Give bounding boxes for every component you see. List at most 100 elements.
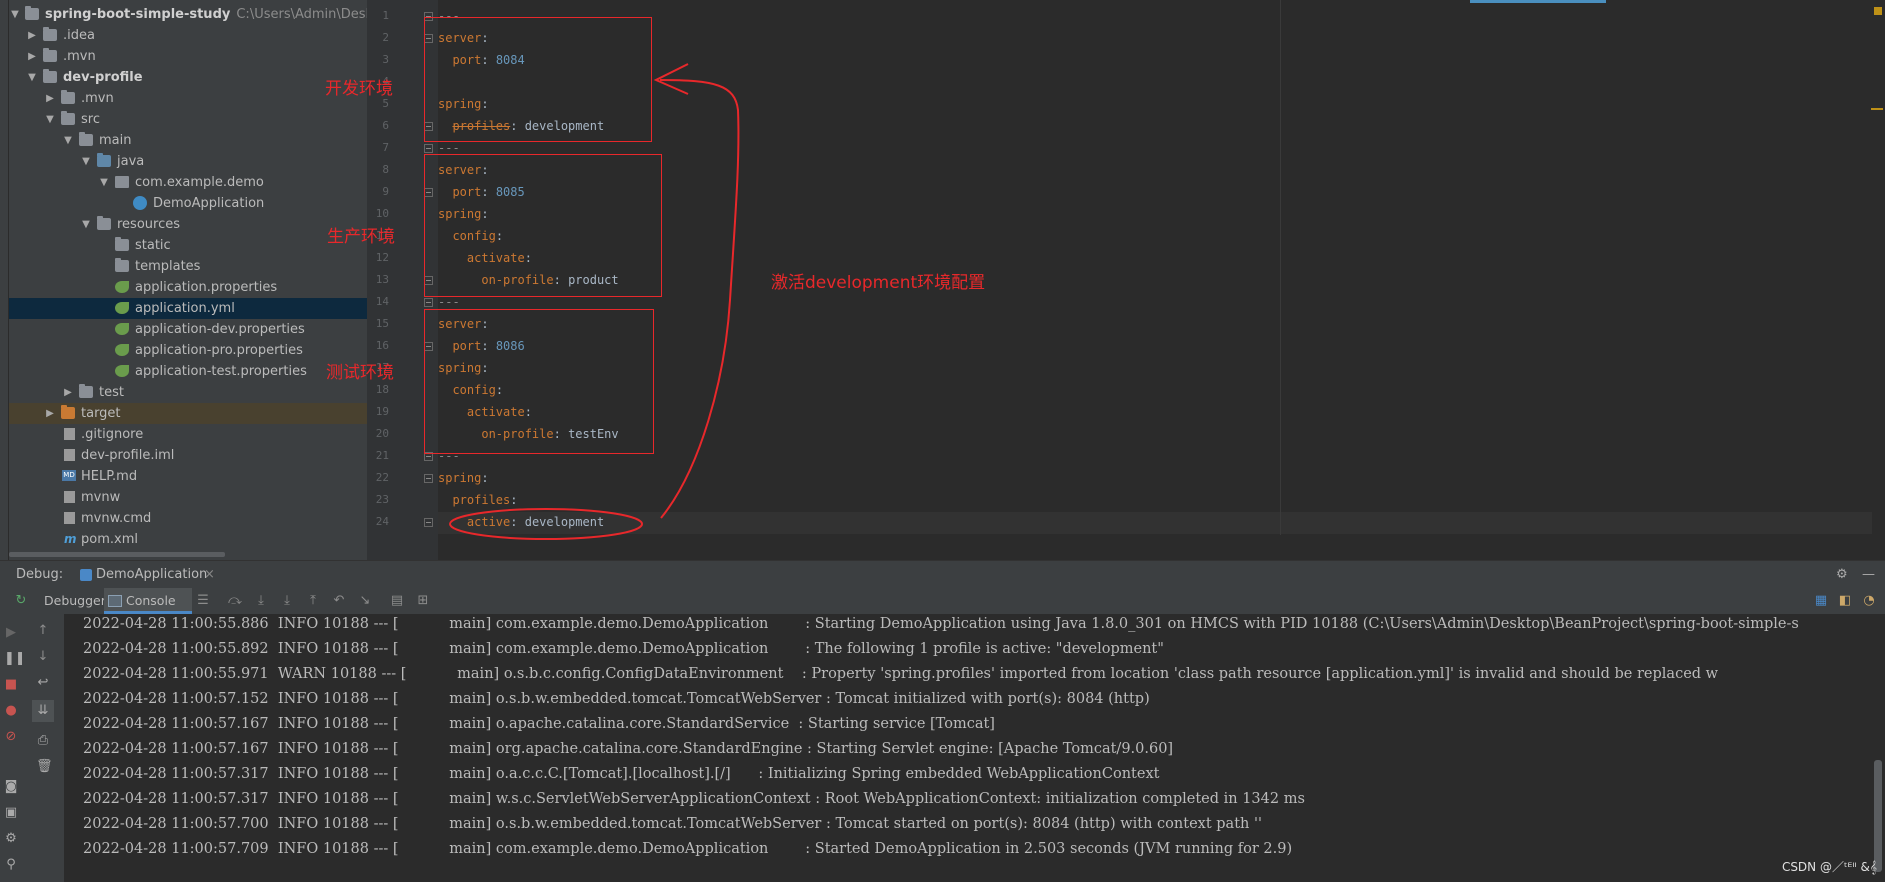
view-breakpoints-icon[interactable]: ● (4, 704, 18, 718)
stop-icon[interactable]: ■ (4, 678, 18, 692)
console-scrollbar[interactable] (1874, 760, 1882, 872)
print-icon[interactable]: ⎙ (36, 734, 50, 748)
log-logger: o.s.b.c.config.ConfigDataEnvironment (503, 666, 784, 682)
log-logger: o.s.b.w.embedded.tomcat.TomcatWebServer (495, 691, 822, 707)
console-icon (108, 595, 122, 607)
minimize-icon[interactable]: — (1862, 561, 1875, 589)
pause-icon[interactable]: ❚❚ (4, 652, 26, 666)
rerun-icon[interactable]: ↻ (14, 594, 28, 608)
log-logger: o.s.b.w.embedded.tomcat.TomcatWebServer (495, 816, 822, 832)
log-time: 11:00:57.709 (171, 841, 269, 857)
debug-title: Debug: (16, 567, 64, 582)
log-date: 2022-04-28 (83, 741, 167, 757)
debug-title-bar: Debug: DemoApplication × ⚙ — (0, 560, 1885, 589)
log-line: 2022-04-28 11:00:57.167 INFO 10188 --- [… (83, 716, 995, 732)
restore-layout-icon[interactable]: ◧ (1838, 594, 1852, 608)
log-line: 2022-04-28 11:00:57.167 INFO 10188 --- [… (83, 741, 1174, 757)
trash-icon[interactable]: 🗑 (36, 760, 53, 774)
tab-console-label: Console (126, 593, 176, 608)
log-thread: main (449, 791, 486, 807)
log-logger: org.apache.catalina.core.StandardEngine (495, 741, 803, 757)
log-logger: o.a.c.c.C.[Tomcat].[localhost].[/] (495, 766, 731, 782)
log-line: 2022-04-28 11:00:57.317 INFO 10188 --- [… (83, 791, 1305, 807)
log-time: 11:00:57.167 (171, 741, 269, 757)
log-level: INFO (277, 841, 319, 857)
log-time: 11:00:55.886 (171, 616, 269, 632)
log-date: 2022-04-28 (83, 766, 167, 782)
drop-frame-icon[interactable]: ↶ (332, 594, 346, 608)
scroll-up-icon[interactable]: ↑ (36, 624, 50, 638)
log-pid: 10188 (322, 841, 369, 857)
log-date: 2022-04-28 (83, 666, 167, 682)
pin-icon[interactable]: ⚲ (4, 858, 18, 872)
log-logger: com.example.demo.DemoApplication (495, 641, 769, 657)
log-line: 2022-04-28 11:00:57.709 INFO 10188 --- [… (83, 841, 1293, 857)
tab-debugger[interactable]: Debugger (44, 588, 106, 614)
log-logger: com.example.demo.DemoApplication (495, 616, 769, 632)
log-time: 11:00:57.700 (171, 816, 269, 832)
annotation-ellipse-active (449, 508, 643, 540)
log-pid: 10188 (322, 641, 369, 657)
layout-settings-icon[interactable]: ▣ (4, 806, 18, 820)
resume-icon[interactable]: ▶ (4, 626, 18, 640)
log-message: Root WebApplicationContext: initializati… (824, 791, 1305, 807)
log-pid: 10188 (322, 766, 369, 782)
log-thread: main (457, 666, 494, 682)
log-message: Property 'spring.profiles' imported from… (811, 666, 1719, 682)
trace-icon[interactable]: ⊞ (416, 594, 430, 608)
log-message: Initializing Spring embedded WebApplicat… (767, 766, 1160, 782)
log-time: 11:00:55.892 (171, 641, 269, 657)
log-level: INFO (277, 691, 319, 707)
debug-toolbar: ↻ Debugger Console →* ☰ ⤼ ⤓ ⤓ ⤒ ↶ ↘ ▤ ⊞ … (0, 588, 1885, 634)
run-config-tab[interactable]: DemoApplication (96, 561, 207, 589)
log-level: INFO (277, 791, 319, 807)
run-to-cursor-icon[interactable]: ↘ (358, 594, 372, 608)
log-line: 2022-04-28 11:00:57.700 INFO 10188 --- [… (83, 816, 1262, 832)
evaluate-icon[interactable]: ▤ (390, 594, 404, 608)
log-level: INFO (277, 816, 319, 832)
log-level: INFO (277, 766, 319, 782)
layout-icon[interactable]: ☰ (196, 594, 210, 608)
speedometer-icon[interactable]: ◔ (1862, 594, 1876, 608)
log-thread: main (449, 616, 486, 632)
log-pid: 10188 (322, 816, 369, 832)
scroll-to-end-icon[interactable]: ⇊ (32, 700, 54, 722)
table-view-icon[interactable]: ▦ (1814, 594, 1828, 608)
log-message: Starting service [Tomcat] (807, 716, 995, 732)
log-time: 11:00:57.317 (171, 766, 269, 782)
log-line: 2022-04-28 11:00:55.892 INFO 10188 --- [… (83, 641, 1164, 657)
log-date: 2022-04-28 (83, 691, 167, 707)
force-step-into-icon[interactable]: ⤓ (280, 594, 294, 608)
log-level: INFO (277, 616, 319, 632)
log-level: INFO (277, 741, 319, 757)
close-tab-icon[interactable]: × (204, 561, 215, 589)
log-date: 2022-04-28 (83, 841, 167, 857)
log-level: WARN (277, 666, 327, 682)
log-time: 11:00:57.152 (171, 691, 269, 707)
log-message: Starting DemoApplication using Java 1.8.… (814, 616, 1799, 632)
log-message: Started DemoApplication in 2.503 seconds… (814, 841, 1293, 857)
log-pid: 10188 (322, 716, 369, 732)
log-message: Tomcat initialized with port(s): 8084 (h… (835, 691, 1150, 707)
log-pid: 10188 (330, 666, 377, 682)
log-message: Tomcat started on port(s): 8084 (http) w… (835, 816, 1262, 832)
log-pid: 10188 (322, 616, 369, 632)
log-level: INFO (277, 716, 319, 732)
log-time: 11:00:55.971 (171, 666, 269, 682)
camera-icon[interactable]: ◙ (4, 780, 18, 794)
gear-icon[interactable]: ⚙ (1836, 561, 1848, 589)
annotation-arrow (659, 79, 740, 519)
settings-icon[interactable]: ⚙ (4, 832, 18, 846)
log-date: 2022-04-28 (83, 641, 167, 657)
step-over-icon[interactable]: ⤼ (228, 594, 242, 608)
scroll-down-icon[interactable]: ↓ (36, 650, 50, 664)
log-line: 2022-04-28 11:00:57.317 INFO 10188 --- [… (83, 766, 1160, 782)
mute-breakpoints-icon[interactable]: ⊘ (4, 730, 18, 744)
log-pid: 10188 (322, 791, 369, 807)
step-out-icon[interactable]: ⤒ (306, 594, 320, 608)
log-logger: w.s.c.ServletWebServerApplicationContext (495, 791, 811, 807)
soft-wrap-icon[interactable]: ↩ (36, 676, 50, 690)
log-line: 2022-04-28 11:00:55.971 WARN 10188 --- [… (83, 666, 1719, 682)
step-into-icon[interactable]: ⤓ (254, 594, 268, 608)
log-time: 11:00:57.167 (171, 716, 269, 732)
